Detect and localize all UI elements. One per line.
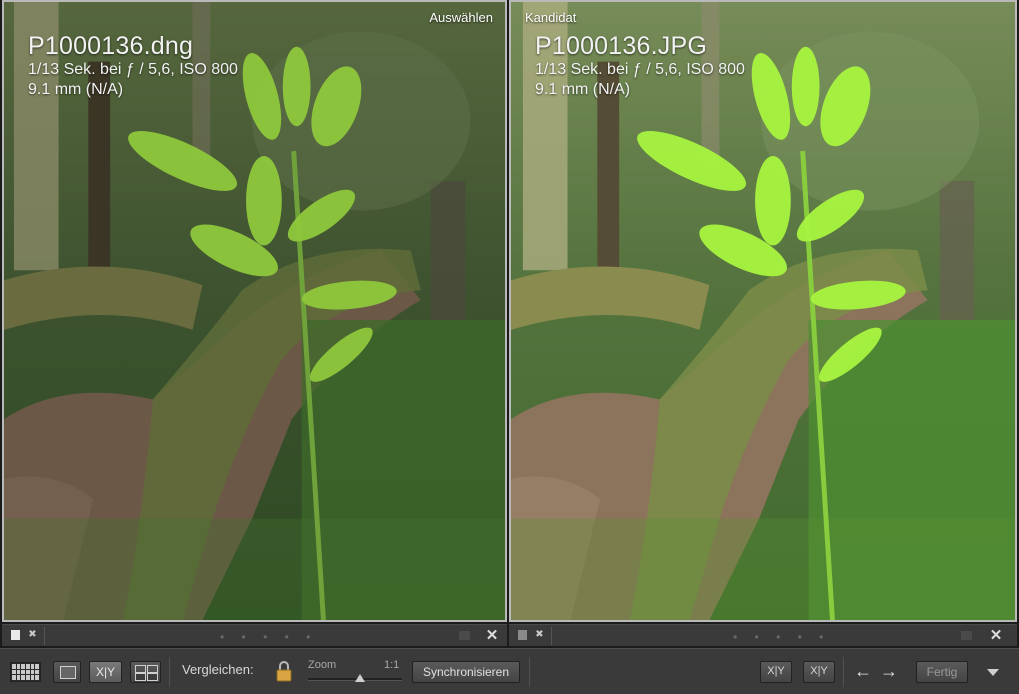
file-name: P1000136.dng	[28, 32, 194, 60]
reject-flag-icon[interactable]: ✖	[27, 629, 38, 640]
make-select-button[interactable]: X|Y	[803, 661, 835, 683]
synchronize-button[interactable]: Synchronisieren	[412, 661, 520, 683]
reject-flag-icon[interactable]: ✖	[534, 629, 545, 640]
make-select-icon: X|Y	[810, 665, 828, 677]
file-name: P1000136.JPG	[535, 32, 707, 60]
zoom-label: Zoom	[308, 659, 337, 671]
survey-view-button[interactable]	[130, 661, 161, 683]
rating-stars[interactable]: • • • • •	[733, 630, 830, 644]
candidate-photo-pane[interactable]: Kandidat P1000136.JPG 1/13 Sek. bei ƒ / …	[509, 0, 1017, 622]
swap-button[interactable]: X|Y	[760, 661, 792, 683]
divider	[551, 627, 552, 645]
close-icon[interactable]: ✕	[987, 627, 1005, 645]
compare-view-button[interactable]: X|Y	[89, 661, 122, 683]
grid-view-icon[interactable]	[10, 662, 41, 682]
photo-info-overlay: P1000136.JPG 1/13 Sek. bei ƒ / 5,6, ISO …	[535, 32, 745, 100]
divider	[843, 657, 844, 687]
pane-role-label: Auswählen	[429, 10, 493, 25]
pane-role-label: Kandidat	[525, 10, 577, 25]
lens-info: 9.1 mm (N/A)	[28, 81, 124, 98]
pick-flag-icon[interactable]	[11, 630, 20, 640]
exposure-info: 1/13 Sek. bei ƒ / 5,6, ISO 800	[535, 61, 745, 78]
divider	[529, 657, 530, 687]
zoom-value: 1:1	[384, 659, 400, 671]
close-icon[interactable]: ✕	[483, 627, 501, 645]
bottom-toolbar: X|Y Vergleichen: Zoom 1:1 Synchronisiere…	[0, 648, 1019, 694]
candidate-pane-bar: ✖ • • • • • ✕	[509, 624, 1017, 646]
select-photo-pane[interactable]: Auswählen P1000136.dng 1/13 Sek. bei ƒ /…	[2, 0, 507, 622]
select-pane-bar: ✖ • • • • • ✕	[2, 624, 507, 646]
chevron-down-icon[interactable]	[987, 669, 999, 676]
compare-label: Vergleichen:	[182, 662, 254, 677]
done-button[interactable]: Fertig	[916, 661, 968, 683]
divider	[169, 657, 170, 687]
pick-flag-icon[interactable]	[518, 630, 527, 640]
zoom-slider[interactable]	[308, 674, 402, 682]
arrow-left-icon[interactable]: ←	[853, 661, 873, 681]
color-label-icon[interactable]	[459, 631, 470, 640]
photo-info-overlay: P1000136.dng 1/13 Sek. bei ƒ / 5,6, ISO …	[28, 32, 238, 100]
lens-info: 9.1 mm (N/A)	[535, 81, 631, 98]
lock-icon[interactable]	[276, 660, 292, 682]
loupe-view-button[interactable]	[53, 661, 81, 683]
rating-stars[interactable]: • • • • •	[220, 630, 317, 644]
color-label-icon[interactable]	[961, 631, 972, 640]
zoom-slider-thumb[interactable]	[354, 674, 365, 682]
arrow-right-icon[interactable]: →	[879, 661, 899, 681]
divider	[44, 627, 45, 645]
exposure-info: 1/13 Sek. bei ƒ / 5,6, ISO 800	[28, 61, 238, 78]
swap-icon: X|Y	[767, 665, 785, 677]
